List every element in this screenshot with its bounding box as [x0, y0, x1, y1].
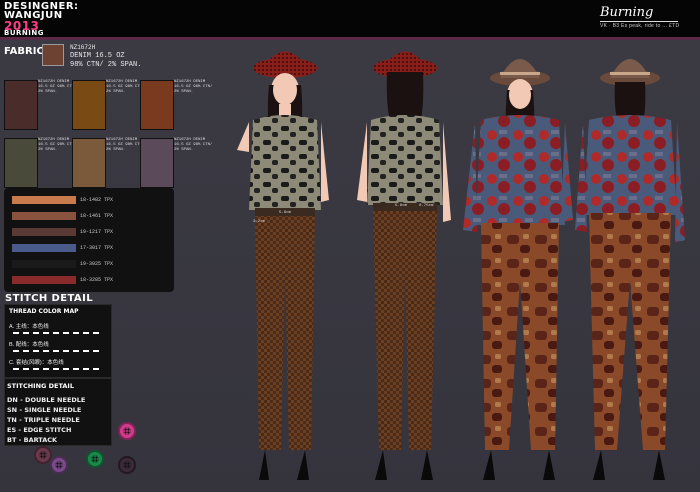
thread-b-line: [13, 350, 99, 352]
thread-a-line: [13, 332, 99, 334]
fabric-code: NZ1672H: [70, 44, 96, 51]
fabric-main-swatch: [42, 44, 64, 66]
button-trim-icon: [118, 456, 136, 474]
brand-logo-script: Burning: [600, 5, 654, 20]
legend-dn: DN - DOUBLE NEEDLE: [7, 396, 86, 404]
thread-color-map: THREAD COLOR MAP A. 主线：本色线 B. 配线：本色线 C. …: [4, 304, 112, 378]
palette-color-bar: [12, 260, 76, 268]
brand-logo: Burning VK · B3 Es peak, ride to ... £TD: [596, 3, 692, 33]
fabric-description: NZ1672H DENIM 16.5 OZ 98% CTN/ 2% SPAN.: [70, 43, 141, 70]
stitch-detail-title: STITCH DETAIL: [5, 293, 93, 304]
palette-color-label: 17-3017 TPX: [80, 245, 114, 251]
measure-2: 3.2cm: [253, 220, 266, 224]
button-trim-icon: [34, 446, 52, 464]
palette-color-bar: [12, 228, 76, 236]
thread-c-line: [13, 368, 99, 370]
figure-back-look2: [575, 59, 685, 480]
thread-a-label: A. 主线：本色线: [9, 324, 49, 330]
button-trim-icon: [50, 456, 68, 474]
fabric-swatch: [140, 80, 174, 130]
fabric-swatch: [4, 138, 38, 188]
palette-color-label: 18-1482 TPX: [80, 197, 114, 203]
legend-es: ES - EDGE STITCH: [7, 426, 72, 434]
fabric-title: FABRIC: [4, 46, 44, 57]
palette-color-label: 18-1461 TPX: [80, 213, 114, 219]
designer-brand-block: DESINGNER: WANGJUN 2013 BURNING: [0, 0, 96, 37]
brand-logo-rule: [600, 21, 678, 22]
palette-color-bar: [12, 196, 76, 204]
figure-front-look1: [237, 51, 329, 480]
button-trim-icon: [86, 450, 104, 468]
fabric-swatch-label: NZ1672H DENIM 16.5 OZ 98% CTN/ 2% SPAN.: [174, 138, 213, 152]
palette-color-label: 18-3285 TPX: [80, 277, 114, 283]
header-bar: [0, 0, 700, 37]
thread-b-label: B. 配线：本色线: [9, 342, 49, 348]
color-palette: 18-1482 TPX 18-1461 TPX 19-1217 TPX 17-3017…: [4, 188, 174, 292]
measure-3: 5.8cm: [395, 204, 408, 208]
palette-color-bar: [12, 212, 76, 220]
measure-1: 5.8cm: [279, 211, 292, 215]
palette-color-bar: [12, 276, 76, 284]
thread-map-heading: THREAD COLOR MAP: [9, 308, 79, 315]
thread-c-label: C. 套结(风眼)：本色线: [9, 360, 64, 366]
collection-name: BURNING: [4, 29, 44, 37]
fabric-swatch: [4, 80, 38, 130]
fashion-illustrations: 5.8cm 3.2cm 5.8cm 0.75cm: [237, 51, 685, 480]
fabric-swatch: [140, 138, 174, 188]
brand-logo-tagline: VK · B3 Es peak, ride to ... £TD: [600, 23, 680, 29]
button-trim-icon: [118, 422, 136, 440]
legend-sn: SN - SINGLE NEEDLE: [7, 406, 82, 414]
fabric-swatch: [72, 80, 106, 130]
legend-tn: TN - TRIPLE NEEDLE: [7, 416, 80, 424]
figure-front-look2: [463, 59, 573, 480]
palette-color-label: 19-1217 TPX: [80, 229, 114, 235]
stitching-detail-legend: STITCHING DETAIL DN - DOUBLE NEEDLE SN -…: [4, 378, 112, 446]
fabric-swatch-label: NZ1672H DENIM 16.5 OZ 98% CTN/ 2% SPAN.: [174, 80, 213, 94]
legend-bt: BT - BARTACK: [7, 436, 58, 444]
design-board: DESINGNER: WANGJUN 2013 BURNING Burning …: [0, 0, 700, 492]
fabric-weight: DENIM 16.5 OZ: [70, 52, 125, 60]
figure-back-look1: [357, 51, 451, 480]
measure-4: 0.75cm: [419, 204, 434, 208]
fabric-swatch: [72, 138, 106, 188]
fabric-composition: 98% CTN/ 2% SPAN.: [70, 61, 142, 69]
palette-color-bar: [12, 244, 76, 252]
stitching-detail-heading: STITCHING DETAIL: [7, 382, 74, 390]
palette-color-label: 19-3925 TPX: [80, 261, 114, 267]
